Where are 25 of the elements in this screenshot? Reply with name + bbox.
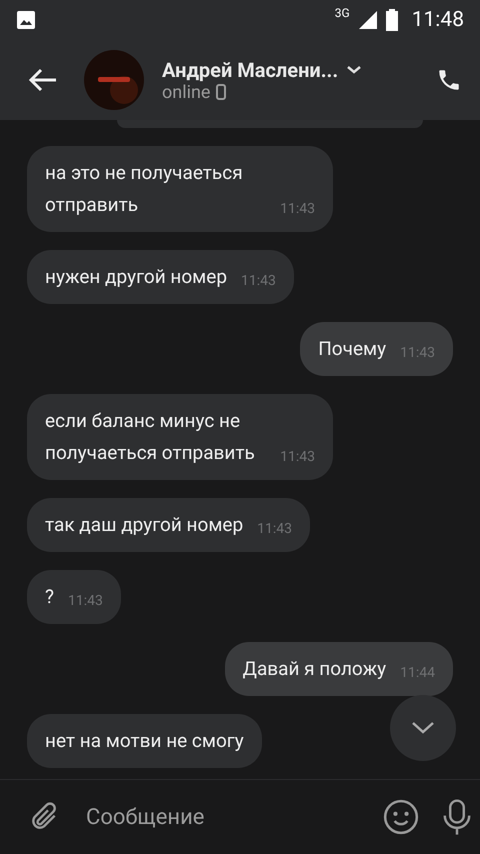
battery-icon xyxy=(386,9,398,31)
message-input[interactable]: Сообщение xyxy=(84,804,366,830)
message-time: 11:43 xyxy=(68,592,103,611)
message-time: 11:43 xyxy=(280,200,315,219)
phone-device-icon xyxy=(216,84,226,100)
online-status: online xyxy=(162,82,210,102)
network-type: 3G xyxy=(334,6,350,20)
message-time: 11:43 xyxy=(280,448,315,467)
message-time: 11:43 xyxy=(241,272,276,291)
image-icon xyxy=(16,10,36,30)
chevron-down-icon xyxy=(411,721,435,735)
clock: 11:48 xyxy=(412,8,464,32)
arrow-left-icon xyxy=(28,68,58,92)
message-bubble: нужен другой номер 11:43 xyxy=(27,250,294,304)
chevron-down-icon[interactable] xyxy=(346,64,362,74)
avatar[interactable] xyxy=(84,50,144,110)
message-bubble: нет на мотви не смогу xyxy=(27,714,262,768)
contact-name: Андрей Маслени... xyxy=(162,58,338,82)
signal-icon xyxy=(358,10,378,30)
message-bubble: так даш другой номер 11:43 xyxy=(27,498,310,552)
message-bubble: если баланс минус не получаеться отправить 11:43 xyxy=(27,394,333,480)
smiley-icon xyxy=(382,798,420,836)
message-bubble: на это не получаеться отправить 11:43 xyxy=(27,146,333,232)
message-bubble: ? 11:43 xyxy=(27,570,121,624)
message-time: 11:43 xyxy=(257,520,292,539)
